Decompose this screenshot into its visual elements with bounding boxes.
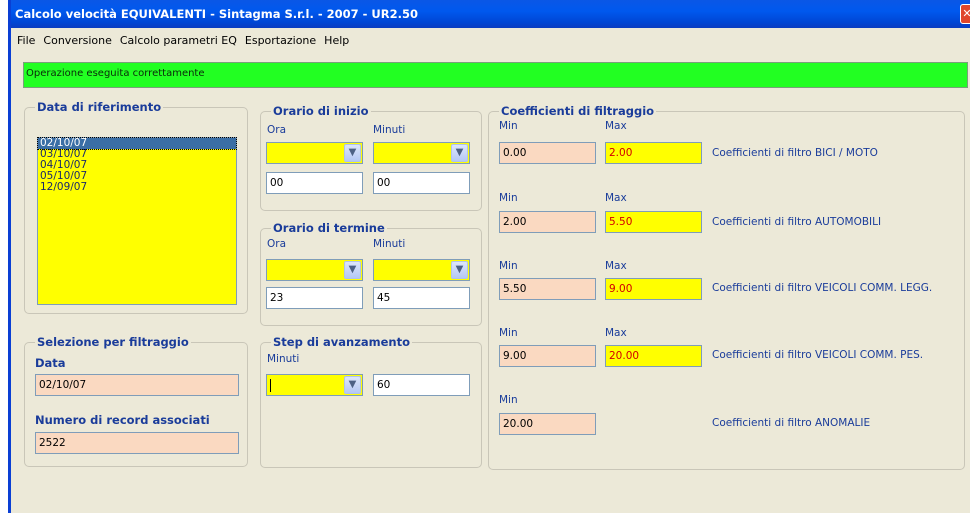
filtro-label-veicoli-pes: Coefficienti di filtro VEICOLI COMM. PES… <box>712 349 924 361</box>
minuti-label: Minuti <box>373 124 406 136</box>
step-field[interactable]: 60 <box>373 374 470 396</box>
coefficienti-title: Coefficienti di filtraggio <box>499 104 657 118</box>
title-bar: Calcolo velocità EQUIVALENTI - Sintagma … <box>11 0 970 28</box>
data-label: Data <box>35 356 66 370</box>
minuti-label: Minuti <box>373 238 406 250</box>
menu-calcolo-parametri-eq[interactable]: Calcolo parametri EQ <box>116 34 241 47</box>
filtro-label-veicoli-legg: Coefficienti di filtro VEICOLI COMM. LEG… <box>712 282 933 294</box>
status-bar: Operazione eseguita correttamente <box>23 62 968 88</box>
chevron-down-icon[interactable]: ▼ <box>344 376 361 394</box>
min-label: Min <box>499 260 518 272</box>
min-label: Min <box>499 192 518 204</box>
ora-inizio-combo[interactable]: ▼ <box>266 142 363 164</box>
min-field-veicoli-legg[interactable]: 5.50 <box>499 278 596 300</box>
window-title: Calcolo velocità EQUIVALENTI - Sintagma … <box>15 7 418 21</box>
data-riferimento-title: Data di riferimento <box>35 100 164 114</box>
chevron-down-icon[interactable]: ▼ <box>344 144 361 162</box>
numero-record-label: Numero di record associati <box>35 413 210 427</box>
step-combo[interactable]: ▼ <box>266 374 363 396</box>
menu-esportazione[interactable]: Esportazione <box>241 34 320 47</box>
ora-termine-field[interactable]: 23 <box>266 287 363 309</box>
max-label: Max <box>605 192 627 204</box>
min-field-automobili[interactable]: 2.00 <box>499 211 596 233</box>
selezione-group: Selezione per filtraggio Data 02/10/07 N… <box>24 335 248 467</box>
minuti-termine-combo[interactable]: ▼ <box>373 259 470 281</box>
max-label: Max <box>605 260 627 272</box>
orario-termine-group: Orario di termine Ora Minuti ▼ ▼ 23 45 <box>260 221 482 326</box>
min-field-anomalie[interactable]: 20.00 <box>499 413 596 435</box>
max-label: Max <box>605 327 627 339</box>
menu-file[interactable]: File <box>13 34 39 47</box>
max-field-automobili[interactable]: 5.50 <box>605 211 702 233</box>
max-field-veicoli-pes[interactable]: 20.00 <box>605 345 702 367</box>
data-field[interactable]: 02/10/07 <box>35 374 239 396</box>
date-item[interactable]: 12/09/07 <box>38 182 236 193</box>
data-riferimento-group: Data di riferimento 02/10/07 03/10/07 04… <box>24 100 248 314</box>
min-field-veicoli-pes[interactable]: 9.00 <box>499 345 596 367</box>
minuti-inizio-field[interactable]: 00 <box>373 172 470 194</box>
coefficienti-group: Coefficienti di filtraggio Min Max 0.00 … <box>488 104 965 470</box>
dates-listbox[interactable]: 02/10/07 03/10/07 04/10/07 05/10/07 12/0… <box>37 137 237 305</box>
selezione-title: Selezione per filtraggio <box>35 335 191 349</box>
max-label: Max <box>605 120 627 132</box>
min-label: Min <box>499 394 518 406</box>
step-group: Step di avanzamento Minuti ▼ 60 <box>260 335 482 468</box>
ora-inizio-field[interactable]: 00 <box>266 172 363 194</box>
chevron-down-icon[interactable]: ▼ <box>344 261 361 279</box>
filtro-label-anomalie: Coefficienti di filtro ANOMALIE <box>712 417 871 429</box>
minuti-inizio-combo[interactable]: ▼ <box>373 142 470 164</box>
app-window: Calcolo velocità EQUIVALENTI - Sintagma … <box>8 0 970 513</box>
step-title: Step di avanzamento <box>271 335 413 349</box>
orario-inizio-group: Orario di inizio Ora Minuti ▼ ▼ 00 00 <box>260 104 482 211</box>
close-icon[interactable]: ✕ <box>960 4 970 24</box>
ora-label: Ora <box>267 124 287 136</box>
menu-help[interactable]: Help <box>320 34 353 47</box>
max-field-veicoli-legg[interactable]: 9.00 <box>605 278 702 300</box>
chevron-down-icon[interactable]: ▼ <box>451 144 468 162</box>
max-field-bici-moto[interactable]: 2.00 <box>605 142 702 164</box>
min-label: Min <box>499 327 518 339</box>
filtro-label-bici-moto: Coefficienti di filtro BICI / MOTO <box>712 147 878 159</box>
filtro-label-automobili: Coefficienti di filtro AUTOMOBILI <box>712 216 882 228</box>
minuti-label: Minuti <box>267 353 300 365</box>
orario-inizio-title: Orario di inizio <box>271 104 371 118</box>
min-field-bici-moto[interactable]: 0.00 <box>499 142 596 164</box>
text-caret <box>270 379 271 392</box>
ora-label: Ora <box>267 238 287 250</box>
min-label: Min <box>499 120 518 132</box>
menu-bar: File Conversione Calcolo parametri EQ Es… <box>11 28 970 52</box>
chevron-down-icon[interactable]: ▼ <box>451 261 468 279</box>
minuti-termine-field[interactable]: 45 <box>373 287 470 309</box>
numero-record-field[interactable]: 2522 <box>35 432 239 454</box>
orario-termine-title: Orario di termine <box>271 221 387 235</box>
menu-conversione[interactable]: Conversione <box>39 34 115 47</box>
ora-termine-combo[interactable]: ▼ <box>266 259 363 281</box>
